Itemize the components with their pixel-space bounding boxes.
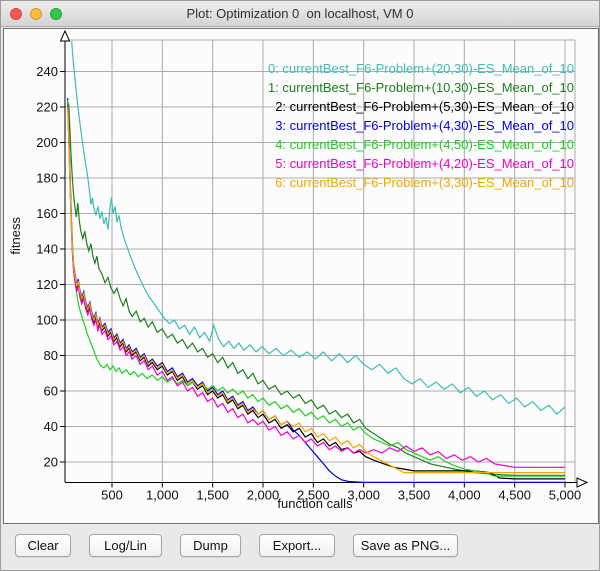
y-tick-label: 220 bbox=[36, 100, 58, 115]
y-tick-label: 200 bbox=[36, 135, 58, 150]
window-title: Plot: Optimization 0 on localhost, VM 0 bbox=[1, 6, 599, 21]
y-tick-label: 140 bbox=[36, 242, 58, 257]
dump-button[interactable]: Dump bbox=[180, 534, 241, 557]
y-tick-label: 80 bbox=[44, 348, 58, 363]
y-tick-label: 160 bbox=[36, 206, 58, 221]
y-tick-label: 240 bbox=[36, 64, 58, 79]
legend-entry: 4: currentBest_F6-Problem+(4,50)-ES_Mean… bbox=[268, 135, 574, 154]
legend-entry: 6: currentBest_F6-Problem+(3,30)-ES_Mean… bbox=[268, 173, 574, 192]
save-as-png-button[interactable]: Save as PNG... bbox=[353, 534, 458, 557]
legend-entry: 5: currentBest_F6-Problem+(4,20)-ES_Mean… bbox=[268, 154, 574, 173]
x-axis-label: function calls bbox=[30, 496, 600, 511]
legend-entry: 2: currentBest_F6-Problem+(5,30)-ES_Mean… bbox=[268, 97, 574, 116]
legend-entry: 1: currentBest_F6-Problem+(10,30)-ES_Mea… bbox=[268, 78, 574, 97]
y-axis-arrow bbox=[61, 31, 70, 41]
window-titlebar[interactable]: Plot: Optimization 0 on localhost, VM 0 bbox=[1, 1, 599, 27]
clear-button[interactable]: Clear bbox=[15, 534, 71, 557]
chart-legend: 0: currentBest_F6-Problem+(20,30)-ES_Mea… bbox=[268, 59, 574, 192]
plot-window: Plot: Optimization 0 on localhost, VM 0 … bbox=[0, 0, 600, 571]
y-tick-label: 20 bbox=[44, 455, 58, 470]
x-axis-arrow bbox=[577, 478, 587, 487]
legend-entry: 0: currentBest_F6-Problem+(20,30)-ES_Mea… bbox=[268, 59, 574, 78]
y-tick-label: 180 bbox=[36, 171, 58, 186]
y-tick-label: 100 bbox=[36, 313, 58, 328]
export-button[interactable]: Export... bbox=[259, 534, 335, 557]
y-axis-label: fitness bbox=[8, 217, 23, 255]
log-lin-button[interactable]: Log/Lin bbox=[89, 534, 162, 557]
y-tick-label: 120 bbox=[36, 277, 58, 292]
y-tick-label: 60 bbox=[44, 384, 58, 399]
y-tick-label: 40 bbox=[44, 419, 58, 434]
legend-entry: 3: currentBest_F6-Problem+(4,30)-ES_Mean… bbox=[268, 116, 574, 135]
plot-panel: 204060801001201401601802002202405001,000… bbox=[3, 28, 599, 524]
